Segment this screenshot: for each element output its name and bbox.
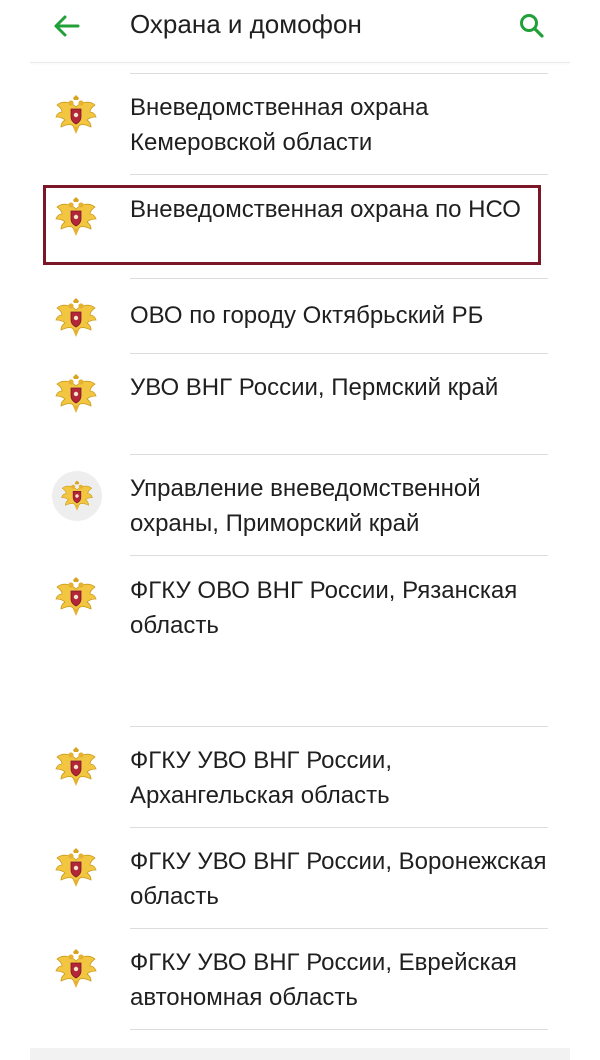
divider [130, 73, 548, 74]
list-item[interactable]: ФГКУ ОВО ВНГ России, Рязанская область [30, 573, 570, 723]
list-item-label: ФГКУ УВО ВНГ России, Еврейская автономна… [130, 949, 517, 1011]
list-item[interactable]: ФГКУ УВО ВНГ России, Архангельская облас… [30, 743, 570, 817]
list-item[interactable]: ФГКУ УВО ВНГ России, Воронежская область [30, 844, 570, 918]
bottom-bar-edge [30, 1048, 570, 1060]
list-item-label: УВО ВНГ России, Пермский край [130, 374, 499, 401]
search-button[interactable] [512, 6, 552, 46]
list-item[interactable]: УВО ВНГ России, Пермский край [30, 370, 570, 444]
rosgvardia-emblem-icon [54, 296, 98, 340]
divider [130, 174, 548, 175]
divider [130, 726, 548, 727]
rosgvardia-emblem-icon [60, 479, 94, 513]
divider [130, 278, 548, 279]
divider [130, 353, 548, 354]
list-item-label: ФГКУ УВО ВНГ России, Воронежская область [130, 848, 547, 910]
list-item[interactable]: Вневедомственная охрана Кемеровской обла… [30, 88, 570, 172]
emblem-avatar [52, 471, 102, 521]
rosgvardia-emblem-icon [54, 575, 98, 619]
rosgvardia-emblem-icon [54, 947, 98, 991]
divider [130, 454, 548, 455]
arrow-left-icon [54, 15, 80, 37]
rosgvardia-emblem-icon [54, 372, 98, 416]
rosgvardia-emblem-icon [54, 93, 98, 137]
top-app-bar: Охрана и домофон [0, 0, 600, 64]
selection-highlight-box [43, 185, 541, 265]
list-item[interactable]: Управление вневедомственной охраны, Прим… [30, 471, 570, 545]
page-title: Охрана и домофон [130, 9, 362, 39]
list-item-label: ФГКУ ОВО ВНГ России, Рязанская область [130, 577, 518, 639]
divider [130, 1029, 548, 1030]
list-item-label: Управление вневедомственной охраны, Прим… [130, 475, 481, 537]
search-icon [520, 14, 544, 38]
rosgvardia-emblem-icon [54, 846, 98, 890]
divider [130, 827, 548, 828]
divider [130, 555, 548, 556]
list-item-label: Вневедомственная охрана Кемеровской обла… [130, 94, 429, 156]
list-item-label: ФГКУ УВО ВНГ России, Архангельская облас… [130, 747, 392, 809]
header-divider [30, 62, 570, 63]
divider [130, 928, 548, 929]
list-item-label: ОВО по городу Октябрьский РБ [130, 302, 484, 329]
list-item[interactable]: ОВО по городу Октябрьский РБ [30, 296, 570, 344]
back-button[interactable] [48, 8, 92, 44]
list-item[interactable]: ФГКУ УВО ВНГ России, Еврейская автономна… [30, 945, 570, 1019]
rosgvardia-emblem-icon [54, 745, 98, 789]
